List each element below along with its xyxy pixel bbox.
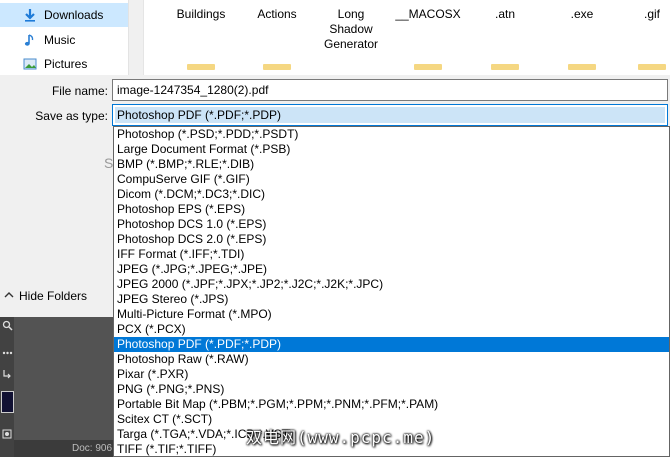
file-item-actions[interactable]: Actions [242,0,312,70]
file-list-pane: Buildings Actions Long Shadow Generator … [143,0,670,75]
file-name: Buildings [176,7,226,21]
type-option[interactable]: Photoshop Raw (*.RAW) [114,352,669,367]
file-name: .atn [494,7,515,21]
hide-folders-button[interactable]: Hide Folders [0,285,113,307]
quick-mask-icon[interactable] [0,429,14,443]
filename-label: File name: [51,84,108,98]
doc-size-label: Doc: 906 [72,443,113,454]
photoshop-canvas-area [0,317,113,457]
file-item-gif[interactable]: .gif [632,0,670,70]
nav-item-pictures[interactable]: Pictures [0,52,128,76]
type-option-selected[interactable]: Photoshop PDF (*.PDF;*.PDP) [114,337,669,352]
type-option[interactable]: Photoshop DCS 1.0 (*.EPS) [114,217,669,232]
folder-icon [491,64,519,70]
photoshop-toolbar [0,317,14,457]
save-type-label: Save as type: [35,109,108,123]
file-name: .gif [643,7,660,21]
watermark-text: 双电网(www.pcpc.me) [246,428,436,447]
file-name: __MACOSX [395,7,461,21]
nav-item-downloads[interactable]: Downloads [0,3,128,27]
save-type-dropdown-list[interactable]: Photoshop (*.PSD;*.PDD;*.PSDT) Large Doc… [113,126,670,457]
type-option[interactable]: Portable Bit Map (*.PBM;*.PGM;*.PPM;*.PN… [114,397,669,412]
folder-icon [638,64,666,70]
chevron-up-icon [4,290,16,302]
file-name: Actions [257,7,297,21]
type-option[interactable]: Pixar (*.PXR) [114,367,669,382]
file-item-atn[interactable]: .atn [477,0,533,70]
file-item-macosx[interactable]: __MACOSX [392,0,464,70]
folder-icon [187,64,215,70]
type-option[interactable]: Photoshop (*.PSD;*.PDD;*.PSDT) [114,127,669,142]
type-option[interactable]: JPEG Stereo (*.JPS) [114,292,669,307]
type-option[interactable]: PNG (*.PNG;*.PNS) [114,382,669,397]
filename-input[interactable]: image-1247354_1280(2).pdf [112,79,668,101]
zoom-tool-icon[interactable] [0,320,14,334]
nav-item-label: Music [44,33,76,47]
photoshop-status-bar: Doc: 906 [14,440,113,457]
file-name-line: Shadow [329,22,373,36]
file-name-line: Generator [323,37,379,51]
type-option[interactable]: Multi-Picture Format (*.MPO) [114,307,669,322]
color-swatch-icon[interactable] [0,389,14,415]
save-type-value: Photoshop PDF (*.PDF;*.PDP) [115,107,665,123]
file-name: .exe [570,7,594,21]
download-arrow-icon [22,7,38,23]
type-option[interactable]: CompuServe GIF (*.GIF) [114,172,669,187]
type-option[interactable]: JPEG (*.JPG;*.JPEG;*.JPE) [114,262,669,277]
type-option[interactable]: Photoshop DCS 2.0 (*.EPS) [114,232,669,247]
type-option[interactable]: BMP (*.BMP;*.RLE;*.DIB) [114,157,669,172]
pictures-icon [22,56,38,72]
nav-item-music[interactable]: Music [0,28,128,52]
type-option[interactable]: Dicom (*.DCM;*.DC3;*.DIC) [114,187,669,202]
file-item-long-shadow-generator[interactable]: Long Shadow Generator [316,0,386,52]
hide-folders-label: Hide Folders [19,289,88,303]
navigation-pane: Downloads Music Pictures [0,0,144,76]
nav-item-label: Pictures [44,57,88,71]
nav-scrollbar[interactable] [128,0,144,75]
save-type-select[interactable]: Photoshop PDF (*.PDF;*.PDP) [112,104,668,126]
type-option[interactable]: Photoshop EPS (*.EPS) [114,202,669,217]
folder-icon [568,64,596,70]
type-option[interactable]: PCX (*.PCX) [114,322,669,337]
type-option[interactable]: JPEG 2000 (*.JPF;*.JPX;*.JP2;*.J2C;*.J2K… [114,277,669,292]
folder-icon [414,64,442,70]
swap-colors-icon[interactable] [0,369,14,383]
file-item-exe[interactable]: .exe [554,0,610,70]
more-tools-icon[interactable] [0,345,14,359]
partial-label: S [104,155,114,171]
file-item-buildings[interactable]: Buildings [166,0,236,70]
type-option[interactable]: Large Document Format (*.PSB) [114,142,669,157]
file-name-line: Long [337,7,365,21]
nav-item-label: Downloads [44,8,104,22]
folder-icon [263,64,291,70]
music-note-icon [22,32,38,48]
type-option[interactable]: IFF Format (*.IFF;*.TDI) [114,247,669,262]
